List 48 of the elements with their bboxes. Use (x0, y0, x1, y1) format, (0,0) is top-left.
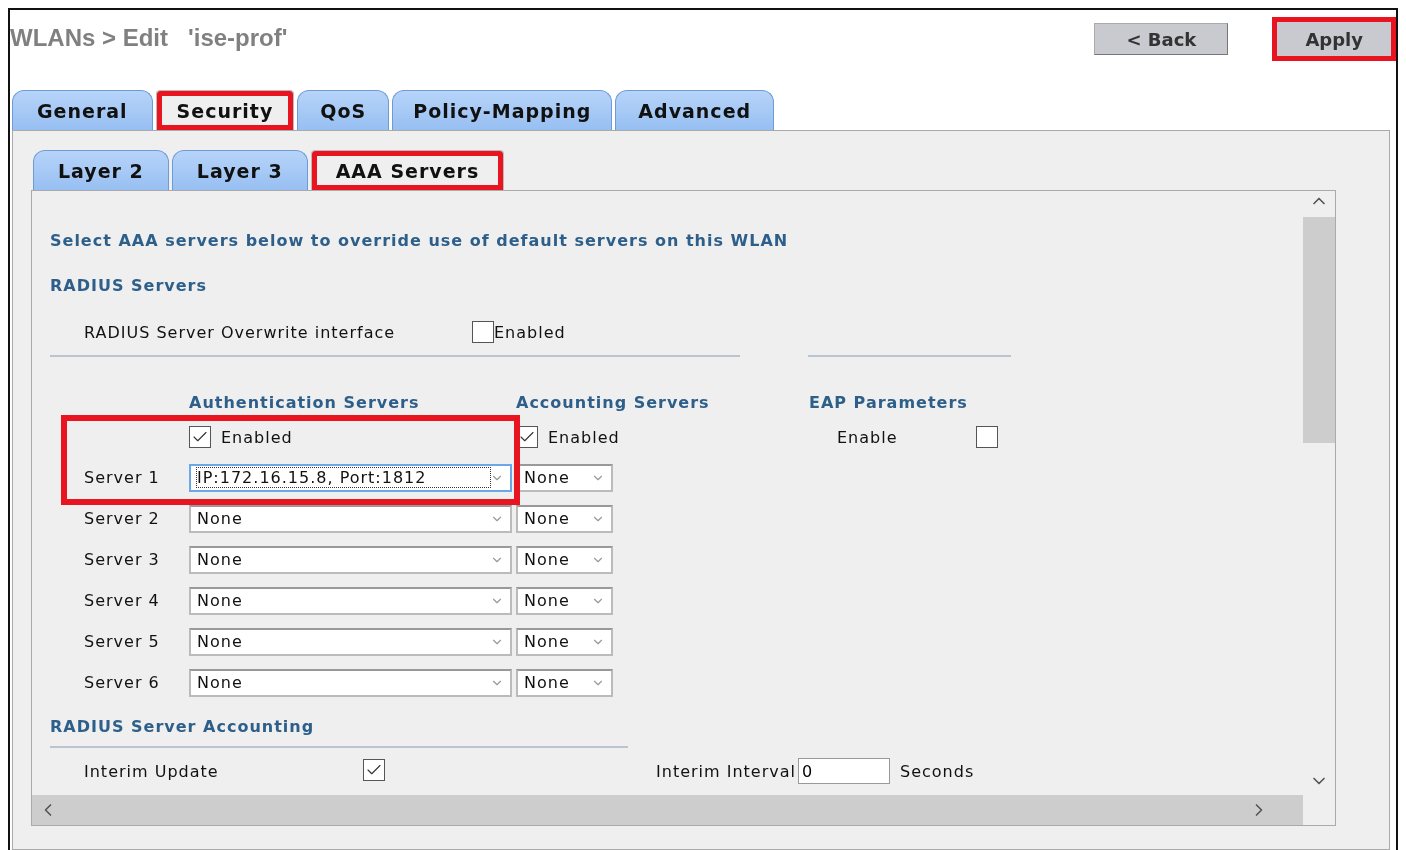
tab[interactable]: Policy-Mapping (392, 90, 613, 130)
server-label: Server 5 (84, 632, 161, 651)
field-label: Enable (837, 427, 899, 447)
back-button[interactable]: < Back (1094, 23, 1229, 55)
server-select[interactable]: None (189, 586, 512, 615)
checkbox[interactable] (363, 759, 385, 781)
server-select[interactable]: None (516, 668, 613, 697)
section-heading: RADIUS Server Accounting (50, 717, 316, 736)
checkbox-label: Enabled (494, 322, 566, 342)
tab[interactable]: QoS (297, 90, 390, 130)
server-select[interactable]: None (189, 627, 512, 656)
server-select[interactable]: IP:172.16.15.8, Port:1812 (189, 463, 512, 492)
server-label: Server 6 (84, 673, 161, 692)
tab[interactable]: Advanced (615, 90, 775, 130)
subtab[interactable]: Layer 2 (33, 150, 169, 190)
checkbox[interactable] (472, 321, 494, 343)
field-label: Interim Interval (656, 761, 796, 781)
tab[interactable]: General (12, 90, 153, 130)
server-label: Server 2 (84, 509, 161, 528)
column-heading: Authentication Servers (189, 392, 421, 412)
unit-label: Seconds (900, 761, 975, 781)
subtab[interactable]: AAA Servers (310, 150, 505, 190)
checkbox[interactable] (976, 426, 998, 448)
column-heading: EAP Parameters (809, 392, 969, 412)
section-heading: RADIUS Servers (50, 276, 208, 295)
tab[interactable]: Security (155, 90, 295, 130)
server-label: Server 4 (84, 591, 161, 610)
server-label: Server 3 (84, 550, 161, 569)
server-select[interactable]: None (516, 627, 613, 656)
server-select[interactable]: None (189, 504, 512, 533)
column-heading: Accounting Servers (516, 392, 711, 412)
server-select[interactable]: None (516, 504, 613, 533)
horizontal-scrollbar[interactable] (32, 795, 1303, 825)
subtab[interactable]: Layer 3 (171, 150, 308, 190)
intro-text: Select AAA servers below to override use of default servers on this WLAN (50, 231, 790, 250)
field-label: RADIUS Server Overwrite interface (84, 322, 397, 342)
server-select[interactable]: None (189, 545, 512, 574)
server-select[interactable]: None (516, 545, 613, 574)
server-select[interactable]: None (189, 668, 512, 697)
server-label: Server 1 (84, 468, 161, 487)
checkbox-label: Enabled (221, 427, 293, 447)
server-select[interactable]: None (516, 586, 613, 615)
checkbox[interactable] (189, 426, 211, 448)
interval-field[interactable]: 0 (798, 758, 890, 784)
checkbox-label: Enabled (548, 427, 620, 447)
apply-button[interactable]: Apply (1272, 17, 1396, 61)
field-label: Interim Update (84, 761, 220, 781)
page-title: WLANs > Edit 'ise-prof' (10, 24, 288, 52)
